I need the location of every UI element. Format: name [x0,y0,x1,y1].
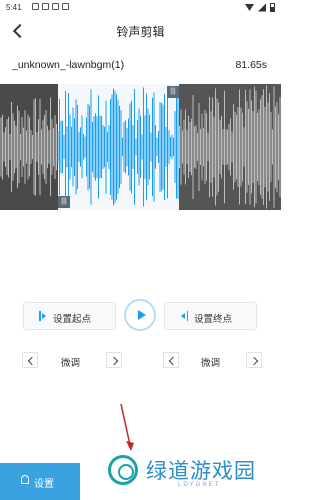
watermark-text: 绿道游戏园 [146,460,256,483]
watermark: 绿道游戏园 LDYGNET [108,455,268,495]
settings-button[interactable]: 设置 [0,463,80,500]
watermark-logo [108,455,138,485]
annotation-arrow [120,403,134,451]
watermark-subtext: LDYGNET [178,482,221,488]
settings-label: 设置 [34,479,54,490]
bell-icon [21,475,29,484]
